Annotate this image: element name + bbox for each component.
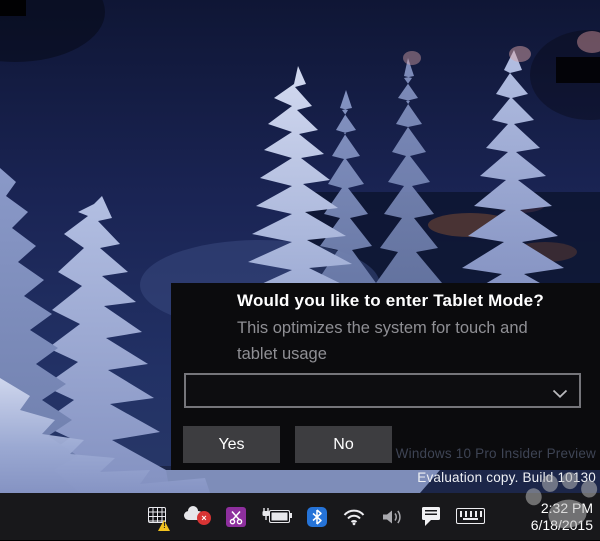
touch-keyboard-icon[interactable] <box>456 505 486 529</box>
error-badge: × <box>197 510 211 525</box>
paw-toe <box>524 487 543 507</box>
insider-preview-watermark: Windows 10 Pro Insider Preview <box>395 446 596 461</box>
keyboard-spacebar <box>463 517 478 520</box>
toast-button-row: Yes No <box>183 426 392 463</box>
paw-print-watermark <box>522 467 600 541</box>
scissors-icon <box>229 510 243 524</box>
bubble-tail <box>425 519 431 526</box>
paw-toe <box>540 473 560 493</box>
yes-button[interactable]: Yes <box>183 426 280 463</box>
warning-exclamation: ! <box>163 520 166 530</box>
wifi-arcs <box>343 509 365 526</box>
paw-toe <box>560 471 579 491</box>
photo-dark-corner <box>0 0 26 16</box>
no-button[interactable]: No <box>295 426 392 463</box>
battery-plugged-icon[interactable] <box>261 505 292 529</box>
toast-dropdown[interactable] <box>184 373 581 408</box>
keyboard-frame <box>456 507 485 524</box>
toast-title: Would you like to enter Tablet Mode? <box>237 291 544 310</box>
chevron-down-icon <box>552 386 568 399</box>
speaker-glyph <box>383 510 401 523</box>
action-center-icon[interactable] <box>421 505 441 529</box>
toast-body: This optimizes the system for touch and … <box>237 319 528 363</box>
onedrive-error-icon[interactable]: × <box>184 505 211 529</box>
onenote-clip-icon[interactable] <box>226 506 246 527</box>
wifi-icon[interactable] <box>342 505 366 529</box>
battery-body <box>269 509 290 523</box>
windows-update-warning-icon[interactable]: ! <box>147 505 170 531</box>
paw-pad <box>546 497 589 531</box>
keyboard-keys <box>459 511 482 517</box>
paw-toe <box>580 479 599 499</box>
volume-icon[interactable] <box>381 505 406 529</box>
bluetooth-rune <box>312 508 322 525</box>
taskbar: ! × <box>0 493 600 540</box>
battery-nub <box>290 512 292 518</box>
desktop: Windows 10 Pro Insider Preview Evaluatio… <box>0 0 600 540</box>
bluetooth-icon[interactable] <box>307 506 327 527</box>
photo-dark-patch <box>556 57 600 83</box>
bubble-text-lines <box>425 509 437 517</box>
tablet-mode-toast: Would you like to enter Tablet Mode? Thi… <box>171 283 600 470</box>
